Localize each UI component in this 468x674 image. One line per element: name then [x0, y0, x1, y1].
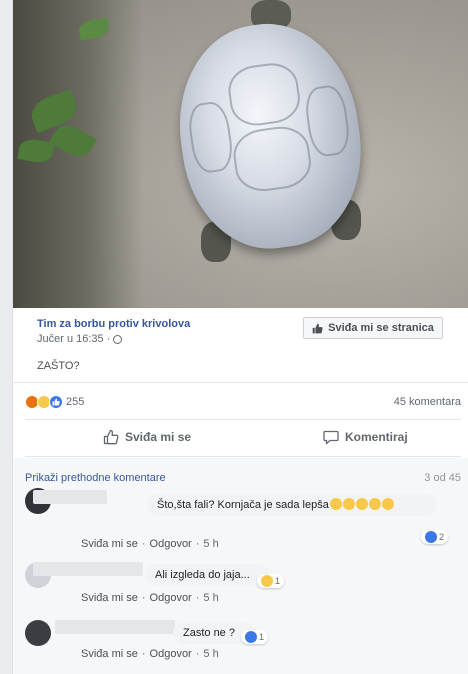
comment-button-label: Komentiraj: [345, 430, 408, 444]
thumbs-up-icon: [312, 323, 323, 333]
comment-text: Zasto ne ?: [183, 627, 235, 639]
page-name-link[interactable]: Tim za borbu protiv krivolova: [37, 318, 190, 330]
avatar[interactable]: [25, 620, 51, 646]
comment-button[interactable]: Komentiraj: [323, 429, 468, 445]
smiling-emoji-icon: [368, 498, 381, 510]
post-header: Tim za borbu protiv krivolova Jučer u 16…: [13, 308, 468, 383]
comment-reaction-count: 1: [275, 576, 281, 586]
speech-bubble-icon: [323, 430, 339, 445]
globe-icon: [113, 334, 123, 344]
comment-reaction-count: 1: [259, 632, 265, 642]
comment-reactions[interactable]: 1: [241, 630, 269, 644]
commenter-name[interactable]: [33, 562, 143, 576]
comment-meta: Sviđa mi se · Odgovor · 5 h: [81, 538, 219, 550]
comment-item: Zasto ne ? 1 Sviđa mi se · Odgovor · 5 h: [25, 616, 457, 670]
comment-reactions[interactable]: 1: [257, 574, 285, 588]
like-page-button[interactable]: Sviđa mi se stranica: [303, 317, 443, 339]
post-actions: Sviđa mi se Komentiraj: [25, 421, 461, 457]
comment-item: Ali izgleda do jaja... 1 Sviđa mi se · O…: [25, 558, 457, 610]
comment-like-link[interactable]: Sviđa mi se: [81, 538, 138, 550]
comment-reply-link[interactable]: Odgovor: [150, 592, 192, 604]
post-stats: 255 45 komentara: [25, 384, 461, 420]
post-time-text[interactable]: Jučer u 16:35 ·: [37, 333, 110, 345]
comments-pager: 3 od 45: [424, 472, 461, 484]
comment-time[interactable]: 5 h: [203, 592, 218, 604]
post-text: ZAŠTO?: [37, 360, 80, 372]
comment-reply-link[interactable]: Odgovor: [150, 538, 192, 550]
comments-section: Prikaži prethodne komentare 3 od 45 Što,…: [13, 458, 468, 674]
comment-reactions[interactable]: 2: [421, 530, 449, 544]
comment-count-link[interactable]: 45 komentara: [394, 396, 461, 408]
comment-text: Što,šta fali? Kornjača je sada lepša: [157, 499, 329, 511]
commenter-name[interactable]: [55, 620, 175, 634]
view-previous-comments-link[interactable]: Prikaži prethodne komentare: [25, 472, 166, 484]
post-card: Tim za borbu protiv krivolova Jučer u 16…: [12, 0, 468, 674]
post-timestamp[interactable]: Jučer u 16:35 ·: [37, 333, 123, 345]
reactions-summary[interactable]: 255: [25, 395, 84, 409]
like-button-label: Sviđa mi se: [125, 430, 192, 444]
like-page-label: Sviđa mi se stranica: [328, 322, 434, 334]
smiling-emoji-icon: [381, 498, 394, 510]
smiling-emoji-icon: [355, 498, 368, 510]
post-photo[interactable]: [13, 0, 468, 308]
reaction-count: 255: [66, 396, 85, 408]
comment-bubble: Što,šta fali? Kornjača je sada lepša: [147, 494, 437, 516]
thumbs-up-outline-icon: [103, 429, 119, 445]
comment-bubble: Ali izgleda do jaja...: [145, 564, 269, 586]
like-reaction-icon: [49, 395, 63, 409]
comment-time[interactable]: 5 h: [203, 538, 218, 550]
laughing-emoji-icon: [329, 498, 342, 510]
comment-item: Što,šta fali? Kornjača je sada lepša 2 S…: [25, 488, 457, 554]
comment-meta: Sviđa mi se · Odgovor · 5 h: [81, 648, 219, 660]
comment-like-link[interactable]: Sviđa mi se: [81, 648, 138, 660]
like-button[interactable]: Sviđa mi se: [103, 429, 191, 445]
commenter-name[interactable]: [33, 490, 107, 504]
comment-time[interactable]: 5 h: [203, 648, 218, 660]
comment-reaction-count: 2: [439, 532, 445, 542]
like-reaction-icon: [425, 531, 437, 543]
comment-reply-link[interactable]: Odgovor: [150, 648, 192, 660]
comment-like-link[interactable]: Sviđa mi se: [81, 592, 138, 604]
grinning-emoji-icon: [342, 498, 355, 510]
comment-meta: Sviđa mi se · Odgovor · 5 h: [81, 592, 219, 604]
haha-reaction-icon: [261, 575, 273, 587]
like-reaction-icon: [245, 631, 257, 643]
comment-text: Ali izgleda do jaja...: [155, 569, 250, 581]
